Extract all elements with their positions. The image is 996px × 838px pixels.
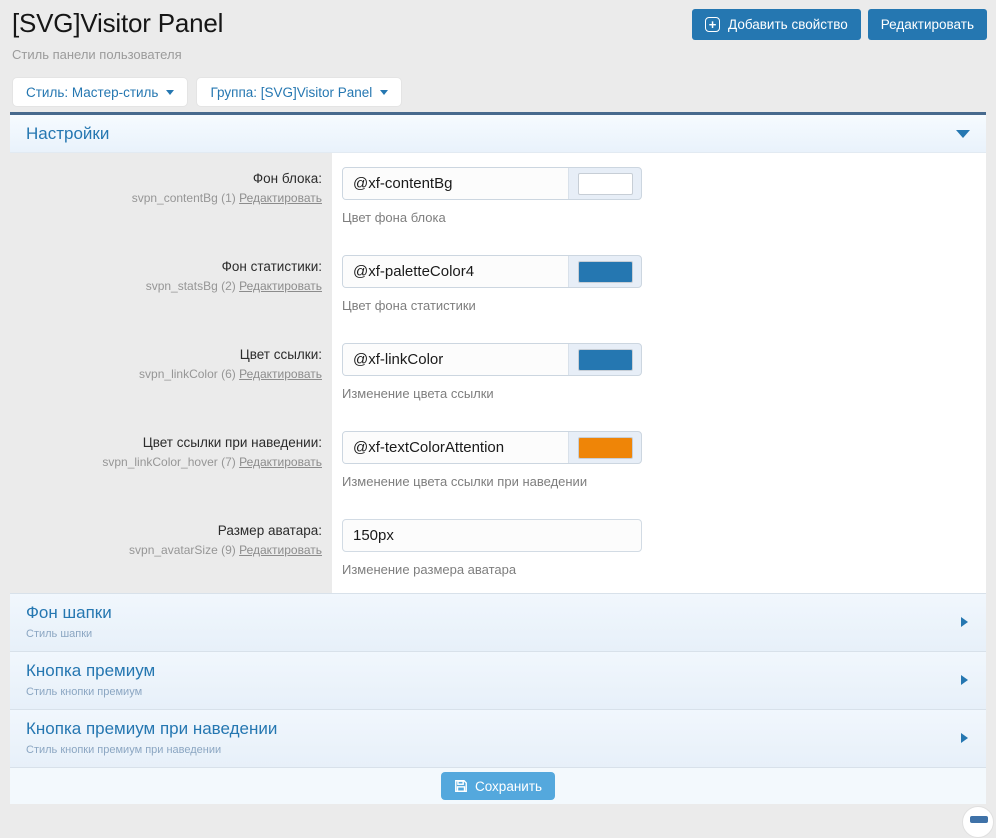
chevron-right-icon <box>961 617 968 627</box>
property-row-avatarSize: Размер аватара: svpn_avatarSize (9) Реда… <box>10 505 986 593</box>
property-row-linkColor: Цвет ссылки: svpn_linkColor (6) Редактир… <box>10 329 986 417</box>
section-title: Кнопка премиум <box>26 661 946 681</box>
property-edit-link[interactable]: Редактировать <box>239 543 322 557</box>
chevron-down-icon <box>380 90 388 95</box>
section-header-premium-button[interactable]: Кнопка премиум Стиль кнопки премиум <box>10 651 986 709</box>
plus-icon: + <box>705 17 720 32</box>
swatch-cell <box>569 256 641 287</box>
property-label: Цвет ссылки при наведении: <box>20 435 322 450</box>
text-value-input[interactable] <box>342 519 642 552</box>
property-label: Фон статистики: <box>20 259 322 274</box>
section-title: Настройки <box>26 124 109 144</box>
floating-widget-icon <box>970 816 988 823</box>
chevron-right-icon <box>961 733 968 743</box>
color-input-group <box>342 167 642 200</box>
property-value-cell: Изменение размера аватара <box>332 505 986 593</box>
color-value-input[interactable] <box>343 256 569 287</box>
add-property-button[interactable]: + Добавить свойство <box>692 9 861 40</box>
property-meta: svpn_contentBg (1) Редактировать <box>20 191 322 205</box>
property-description: Цвет фона статистики <box>342 298 986 313</box>
swatch-cell <box>569 168 641 199</box>
color-input-group <box>342 255 642 288</box>
property-row-statsBg: Фон статистики: svpn_statsBg (2) Редакти… <box>10 241 986 329</box>
property-edit-link[interactable]: Редактировать <box>239 191 322 205</box>
property-row-contentBg: Фон блока: svpn_contentBg (1) Редактиров… <box>10 153 986 241</box>
property-row-linkColor-hover: Цвет ссылки при наведении: svpn_linkColo… <box>10 417 986 505</box>
property-meta-name: svpn_linkColor (6) <box>139 367 236 381</box>
page-subtitle: Стиль панели пользователя <box>12 47 984 62</box>
color-swatch[interactable] <box>578 261 633 283</box>
header-actions: + Добавить свойство Редактировать <box>692 9 987 40</box>
section-subtitle: Стиль шапки <box>26 628 946 640</box>
color-value-input[interactable] <box>343 432 569 463</box>
property-meta-name: svpn_linkColor_hover (7) <box>102 455 235 469</box>
style-dropdown-label: Стиль: Мастер-стиль <box>26 85 158 100</box>
property-edit-link[interactable]: Редактировать <box>239 279 322 293</box>
property-label-cell: Цвет ссылки при наведении: svpn_linkColo… <box>10 417 332 505</box>
property-label-cell: Цвет ссылки: svpn_linkColor (6) Редактир… <box>10 329 332 417</box>
property-value-cell: Цвет фона статистики <box>332 241 986 329</box>
color-swatch[interactable] <box>578 173 633 195</box>
section-title: Фон шапки <box>26 603 946 623</box>
edit-button[interactable]: Редактировать <box>868 9 987 40</box>
group-dropdown[interactable]: Группа: [SVG]Visitor Panel <box>196 77 402 107</box>
save-icon <box>454 779 468 793</box>
property-label: Цвет ссылки: <box>20 347 322 362</box>
edit-button-label: Редактировать <box>881 17 974 32</box>
property-meta-name: svpn_contentBg (1) <box>132 191 236 205</box>
property-label-cell: Размер аватара: svpn_avatarSize (9) Реда… <box>10 505 332 593</box>
color-value-input[interactable] <box>343 344 569 375</box>
chevron-right-icon <box>961 675 968 685</box>
color-input-group <box>342 343 642 376</box>
floating-widget-button[interactable] <box>962 806 994 838</box>
add-property-label: Добавить свойство <box>728 17 848 32</box>
property-label-cell: Фон статистики: svpn_statsBg (2) Редакти… <box>10 241 332 329</box>
chevron-down-icon <box>956 130 970 138</box>
chevron-down-icon <box>166 90 174 95</box>
property-description: Изменение размера аватара <box>342 562 986 577</box>
section-subtitle: Стиль кнопки премиум <box>26 686 946 698</box>
property-description: Цвет фона блока <box>342 210 986 225</box>
color-swatch[interactable] <box>578 437 633 459</box>
group-dropdown-label: Группа: [SVG]Visitor Panel <box>210 85 372 100</box>
save-bar: Сохранить <box>10 767 986 804</box>
property-value-cell: Цвет фона блока <box>332 153 986 241</box>
property-meta: svpn_linkColor_hover (7) Редактировать <box>20 455 322 469</box>
property-edit-link[interactable]: Редактировать <box>239 367 322 381</box>
save-button-label: Сохранить <box>475 779 542 794</box>
property-edit-link[interactable]: Редактировать <box>239 455 322 469</box>
color-value-input[interactable] <box>343 168 569 199</box>
property-value-cell: Изменение цвета ссылки <box>332 329 986 417</box>
property-description: Изменение цвета ссылки при наведении <box>342 474 986 489</box>
property-meta-name: svpn_statsBg (2) <box>146 279 236 293</box>
property-description: Изменение цвета ссылки <box>342 386 986 401</box>
property-label-cell: Фон блока: svpn_contentBg (1) Редактиров… <box>10 153 332 241</box>
property-label: Фон блока: <box>20 171 322 186</box>
property-value-cell: Изменение цвета ссылки при наведении <box>332 417 986 505</box>
property-meta-name: svpn_avatarSize (9) <box>129 543 236 557</box>
style-dropdown[interactable]: Стиль: Мастер-стиль <box>12 77 188 107</box>
filter-bar: Стиль: Мастер-стиль Группа: [SVG]Visitor… <box>12 77 996 107</box>
property-meta: svpn_linkColor (6) Редактировать <box>20 367 322 381</box>
swatch-cell <box>569 344 641 375</box>
section-header-premium-button-hover[interactable]: Кнопка премиум при наведении Стиль кнопк… <box>10 709 986 767</box>
property-label: Размер аватара: <box>20 523 322 538</box>
property-meta: svpn_statsBg (2) Редактировать <box>20 279 322 293</box>
color-swatch[interactable] <box>578 349 633 371</box>
style-properties-panel: Настройки Фон блока: svpn_contentBg (1) … <box>10 112 986 804</box>
property-meta: svpn_avatarSize (9) Редактировать <box>20 543 322 557</box>
section-header-cap-bg[interactable]: Фон шапки Стиль шапки <box>10 593 986 651</box>
swatch-cell <box>569 432 641 463</box>
save-button[interactable]: Сохранить <box>441 772 555 800</box>
section-title: Кнопка премиум при наведении <box>26 719 946 739</box>
section-subtitle: Стиль кнопки премиум при наведении <box>26 744 946 756</box>
color-input-group <box>342 431 642 464</box>
section-header-settings[interactable]: Настройки <box>10 115 986 153</box>
